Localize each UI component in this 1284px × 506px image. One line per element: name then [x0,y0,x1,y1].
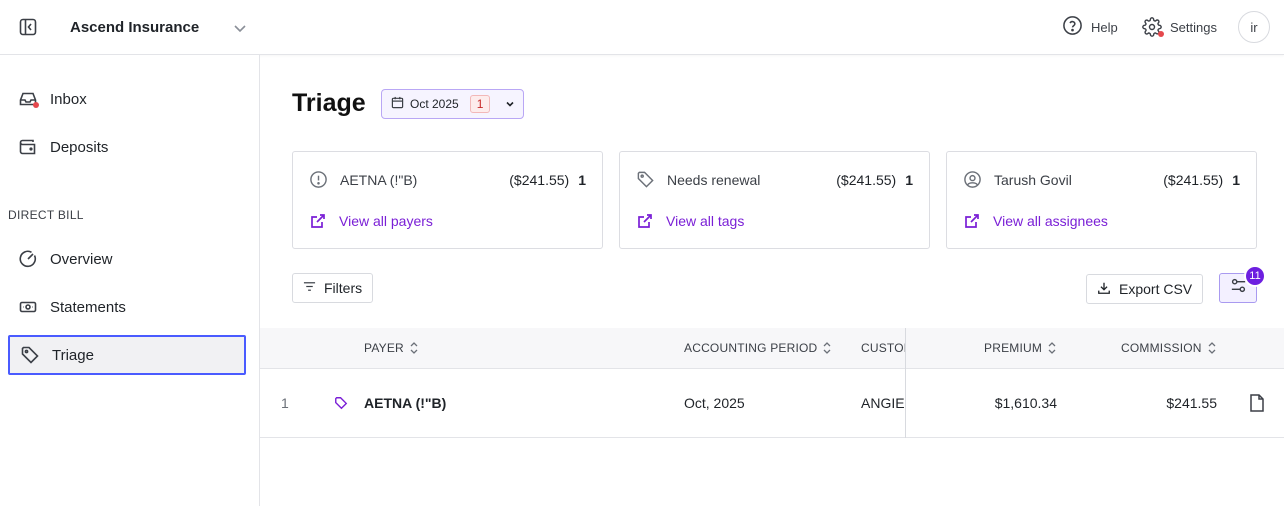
column-header-label: ACCOUNTING PERIOD [684,341,818,355]
external-link-icon [963,212,981,230]
column-header-label: CUSTOMER [861,341,905,355]
column-header-label: COMMISSION [1121,341,1202,355]
sidebar-item-overview[interactable]: Overview [8,239,246,279]
sidebar: Inbox Deposits DIRECT BILL Overview Stat… [0,55,260,506]
settings-label: Settings [1170,19,1217,35]
sidebar-toggle-icon[interactable] [18,17,38,37]
view-all-tags-link[interactable]: View all tags [636,212,744,230]
top-bar: Ascend Insurance Help Settings ir [0,0,1284,55]
column-header-label: PREMIUM [984,341,1043,355]
chevron-down-icon [504,98,516,110]
filters-label: Filters [324,280,363,296]
cell-payer: AETNA (!"B) [364,395,447,411]
sidebar-item-label: Inbox [50,90,87,108]
sidebar-item-label: Triage [52,346,94,364]
page-title: Triage [292,89,366,117]
card-count: 1 [905,171,913,188]
card-count: 1 [578,171,586,188]
column-count-badge: 11 [1244,265,1266,287]
tag-icon[interactable] [334,396,348,413]
calendar-icon [391,96,404,112]
column-header-payer[interactable]: PAYER [364,341,419,355]
sidebar-item-label: Statements [50,298,126,316]
table-row[interactable]: 1 AETNA (!"B) Oct, 2025 ANGIE $1,610.34 … [260,369,1284,438]
filter-icon [303,280,316,296]
user-circle-icon [963,170,982,189]
chevron-down-icon[interactable] [232,20,248,36]
summary-card-tags: Needs renewal ($241.55) 1 View all tags [619,151,930,249]
view-all-payers-link[interactable]: View all payers [309,212,433,230]
card-count: 1 [1232,171,1240,188]
summary-card-assignees: Tarush Govil ($241.55) 1 View all assign… [946,151,1257,249]
card-label: Tarush Govil [994,171,1072,188]
sidebar-item-label: Deposits [50,138,109,156]
main-content: Triage Oct 2025 1 AETNA (!"B) ($241.55) … [260,55,1284,506]
row-index: 1 [281,395,289,411]
card-amount: ($241.55) [1163,171,1224,188]
org-name[interactable]: Ascend Insurance [70,19,199,36]
external-link-icon [636,212,654,230]
view-all-assignees-link[interactable]: View all assignees [963,212,1108,230]
sidebar-item-inbox[interactable]: Inbox [8,79,246,119]
card-amount: ($241.55) [836,171,897,188]
sort-icon [1047,341,1057,355]
table-header: PAYER ACCOUNTING PERIOD CUSTOMER PREMIUM… [260,328,1284,369]
summary-card-payers: AETNA (!"B) ($241.55) 1 View all payers [292,151,603,249]
cell-premium: $1,610.34 [994,395,1057,411]
wallet-icon [18,137,38,157]
download-icon [1097,281,1111,298]
sort-icon [1207,341,1217,355]
gear-icon [1142,17,1164,37]
filters-button[interactable]: Filters [292,273,373,303]
gauge-icon [18,249,38,269]
period-label: Oct 2025 [410,97,459,111]
cell-commission: $241.55 [1166,395,1217,411]
export-label: Export CSV [1119,281,1193,297]
notification-dot [33,102,39,108]
column-header-label: PAYER [364,341,404,355]
cell-customer: ANGIE [861,395,905,411]
sort-icon [822,341,832,355]
column-header-commission[interactable]: COMMISSION [1121,341,1217,355]
tag-icon [20,345,40,365]
column-header-premium[interactable]: PREMIUM [984,341,1057,355]
column-header-accounting-period[interactable]: ACCOUNTING PERIOD [684,341,832,355]
alert-circle-icon [309,170,328,189]
section-label-direct-bill: DIRECT BILL [8,208,84,222]
sidebar-item-label: Overview [50,250,113,268]
help-circle-icon [1062,15,1083,39]
sidebar-item-deposits[interactable]: Deposits [8,127,246,167]
card-link-label: View all tags [666,213,745,229]
card-amount: ($241.55) [509,171,570,188]
settings-button[interactable]: Settings [1142,16,1217,38]
sort-icon [409,341,419,355]
period-selector[interactable]: Oct 2025 1 [381,89,524,119]
card-label: AETNA (!"B) [340,171,418,188]
column-divider [905,328,906,438]
banknote-icon [18,297,38,317]
sidebar-item-triage[interactable]: Triage [8,335,246,375]
help-label: Help [1091,19,1118,35]
inbox-icon [18,89,39,109]
card-label: Needs renewal [667,171,761,188]
column-header-customer[interactable]: CUSTOMER [861,341,905,355]
card-link-label: View all assignees [993,213,1108,229]
avatar[interactable]: ir [1238,11,1270,43]
notification-dot [1158,31,1164,37]
period-count-badge: 1 [469,95,491,113]
sidebar-item-statements[interactable]: Statements [8,287,246,327]
external-link-icon [309,212,327,230]
document-icon[interactable] [1248,393,1266,416]
card-link-label: View all payers [339,213,433,229]
help-button[interactable]: Help [1062,16,1118,38]
cell-accounting-period: Oct, 2025 [684,395,745,411]
tag-icon [636,170,655,189]
export-csv-button[interactable]: Export CSV [1086,274,1203,304]
